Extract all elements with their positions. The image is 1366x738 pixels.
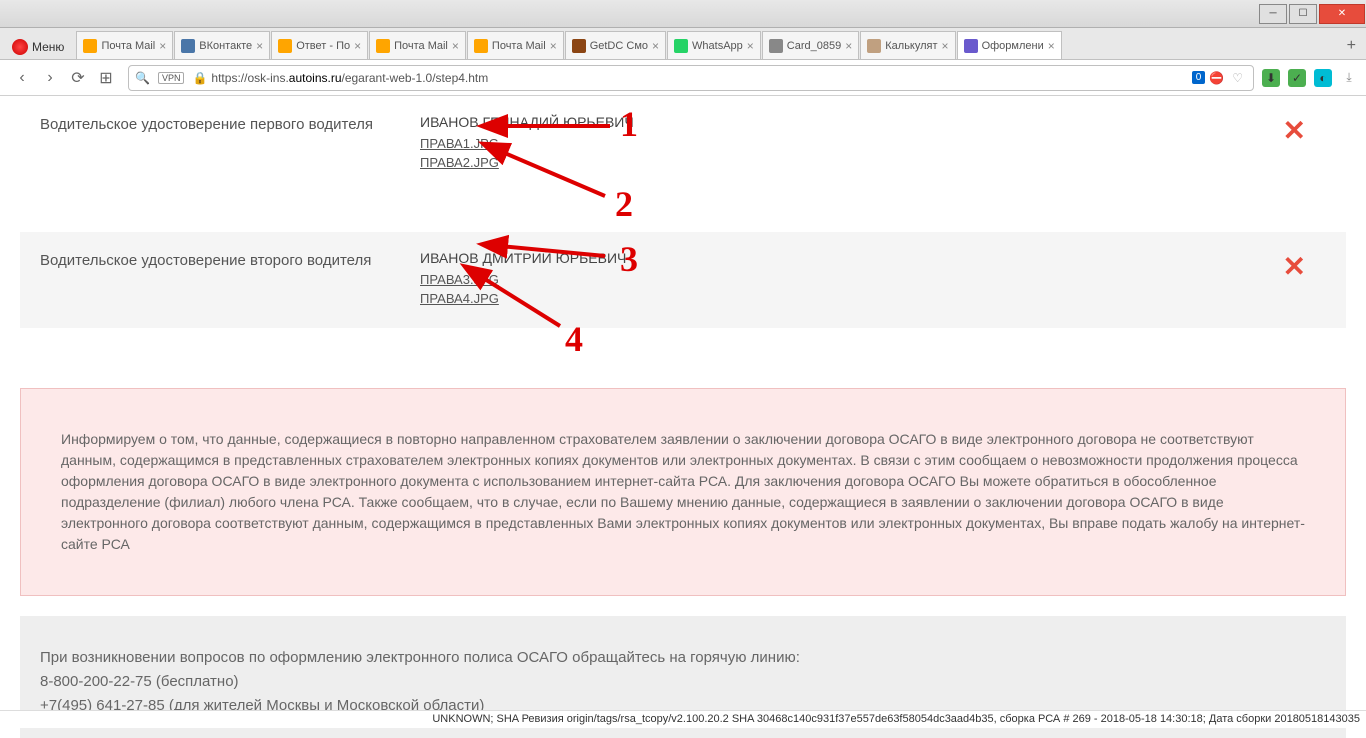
url-input[interactable]: 🔍 VPN 🔒 https://osk-ins.autoins.ru/egara… — [128, 65, 1254, 91]
tab-label: Почта Mail — [394, 40, 448, 52]
nav-forward-button[interactable]: › — [38, 66, 62, 90]
extension-icon-3[interactable]: ◐ — [1314, 69, 1332, 87]
opera-logo-icon — [12, 39, 28, 55]
tab-close-icon[interactable]: × — [256, 39, 263, 53]
page-content: Водительское удостоверение первого водит… — [0, 96, 1366, 738]
browser-tab-bar: Меню Почта Mail×ВКонтакте×Ответ - По×Поч… — [0, 28, 1366, 60]
tab-close-icon[interactable]: × — [747, 39, 754, 53]
search-icon: 🔍 — [135, 71, 150, 85]
driver-two-file-2[interactable]: ПРАВА4.JPG — [420, 291, 1263, 306]
tab-label: Почта Mail — [101, 40, 155, 52]
tab-favicon — [181, 39, 195, 53]
error-message-text: Информируем о том, что данные, содержащи… — [61, 429, 1305, 555]
driver-one-name: ИВАНОВ ГЕННАДИЙ ЮРЬЕВИЧ — [420, 114, 1263, 130]
nav-reload-button[interactable]: ⟳ — [66, 66, 90, 90]
vpn-badge: VPN — [158, 72, 185, 84]
tab-favicon — [769, 39, 783, 53]
footer-line-1: При возникновении вопросов по оформлению… — [40, 646, 1326, 670]
tab-close-icon[interactable]: × — [159, 39, 166, 53]
tab-favicon — [572, 39, 586, 53]
tab-favicon — [867, 39, 881, 53]
error-message-box: Информируем о том, что данные, содержащи… — [20, 388, 1346, 596]
tab-label: WhatsApp — [692, 40, 743, 52]
driver-two-remove-button[interactable]: ✕ — [1263, 250, 1326, 310]
address-bar: ‹ › ⟳ ⊞ 🔍 VPN 🔒 https://osk-ins.autoins.… — [0, 60, 1366, 96]
browser-tab-2[interactable]: Ответ - По × — [271, 31, 368, 59]
tab-favicon — [278, 39, 292, 53]
browser-tab-8[interactable]: Калькулят × — [860, 31, 955, 59]
menu-label: Меню — [32, 40, 64, 54]
new-tab-button[interactable]: + — [1337, 33, 1366, 59]
blocked-count-badge[interactable]: 0 — [1192, 71, 1206, 84]
nav-back-button[interactable]: ‹ — [10, 66, 34, 90]
tab-label: GetDC Смо — [590, 40, 648, 52]
window-minimize-button[interactable]: ─ — [1259, 4, 1287, 24]
tab-close-icon[interactable]: × — [354, 39, 361, 53]
tab-label: Card_0859 — [787, 40, 841, 52]
heart-icon[interactable]: ♡ — [1232, 71, 1243, 85]
tab-label: Оформлени — [982, 40, 1044, 52]
tab-label: Калькулят — [885, 40, 937, 52]
extension-icon-1[interactable]: ⬇ — [1262, 69, 1280, 87]
tab-label: ВКонтакте — [199, 40, 252, 52]
tab-favicon — [474, 39, 488, 53]
tab-close-icon[interactable]: × — [550, 39, 557, 53]
tab-close-icon[interactable]: × — [845, 39, 852, 53]
browser-tab-6[interactable]: WhatsApp × — [667, 31, 761, 59]
browser-tab-7[interactable]: Card_0859 × — [762, 31, 859, 59]
tab-favicon — [376, 39, 390, 53]
driver-two-block: Водительское удостоверение второго водит… — [20, 232, 1346, 328]
tab-label: Ответ - По — [296, 40, 350, 52]
driver-two-name: ИВАНОВ ДМИТРИЙ ЮРЬЕВИЧ — [420, 250, 1263, 266]
tab-close-icon[interactable]: × — [942, 39, 949, 53]
browser-tab-0[interactable]: Почта Mail × — [76, 31, 173, 59]
footer-line-2: 8-800-200-22-75 (бесплатно) — [40, 670, 1326, 694]
driver-two-file-1[interactable]: ПРАВА3.JPG — [420, 272, 1263, 287]
tab-favicon — [674, 39, 688, 53]
tab-favicon — [964, 39, 978, 53]
url-text: https://osk-ins.autoins.ru/egarant-web-1… — [211, 71, 1191, 85]
tab-close-icon[interactable]: × — [452, 39, 459, 53]
driver-two-label: Водительское удостоверение второго водит… — [40, 250, 420, 310]
browser-tab-5[interactable]: GetDC Смо × — [565, 31, 666, 59]
driver-one-remove-button[interactable]: ✕ — [1263, 114, 1326, 174]
window-titlebar: ─ ☐ ✕ — [0, 0, 1366, 28]
opera-menu-button[interactable]: Меню — [4, 35, 72, 59]
tab-label: Почта Mail — [492, 40, 546, 52]
extension-icon-2[interactable]: ✓ — [1288, 69, 1306, 87]
window-maximize-button[interactable]: ☐ — [1289, 4, 1317, 24]
tab-favicon — [83, 39, 97, 53]
lock-icon: 🔒 — [192, 71, 207, 85]
browser-tab-1[interactable]: ВКонтакте × — [174, 31, 270, 59]
downloads-icon[interactable]: ⤓ — [1340, 69, 1358, 87]
status-bar: UNKNOWN; SHA Ревизия origin/tags/rsa_tco… — [0, 710, 1366, 728]
stop-icon[interactable]: ⛔ — [1209, 71, 1224, 85]
nav-home-button[interactable]: ⊞ — [94, 66, 118, 90]
browser-tab-9[interactable]: Оформлени × — [957, 31, 1062, 59]
tab-close-icon[interactable]: × — [1048, 39, 1055, 53]
driver-one-block: Водительское удостоверение первого водит… — [20, 96, 1346, 192]
tab-close-icon[interactable]: × — [652, 39, 659, 53]
driver-one-file-1[interactable]: ПРАВА1.JPG — [420, 136, 1263, 151]
browser-tab-4[interactable]: Почта Mail × — [467, 31, 564, 59]
browser-tab-3[interactable]: Почта Mail × — [369, 31, 466, 59]
driver-one-file-2[interactable]: ПРАВА2.JPG — [420, 155, 1263, 170]
driver-one-label: Водительское удостоверение первого водит… — [40, 114, 420, 174]
window-close-button[interactable]: ✕ — [1319, 4, 1365, 24]
